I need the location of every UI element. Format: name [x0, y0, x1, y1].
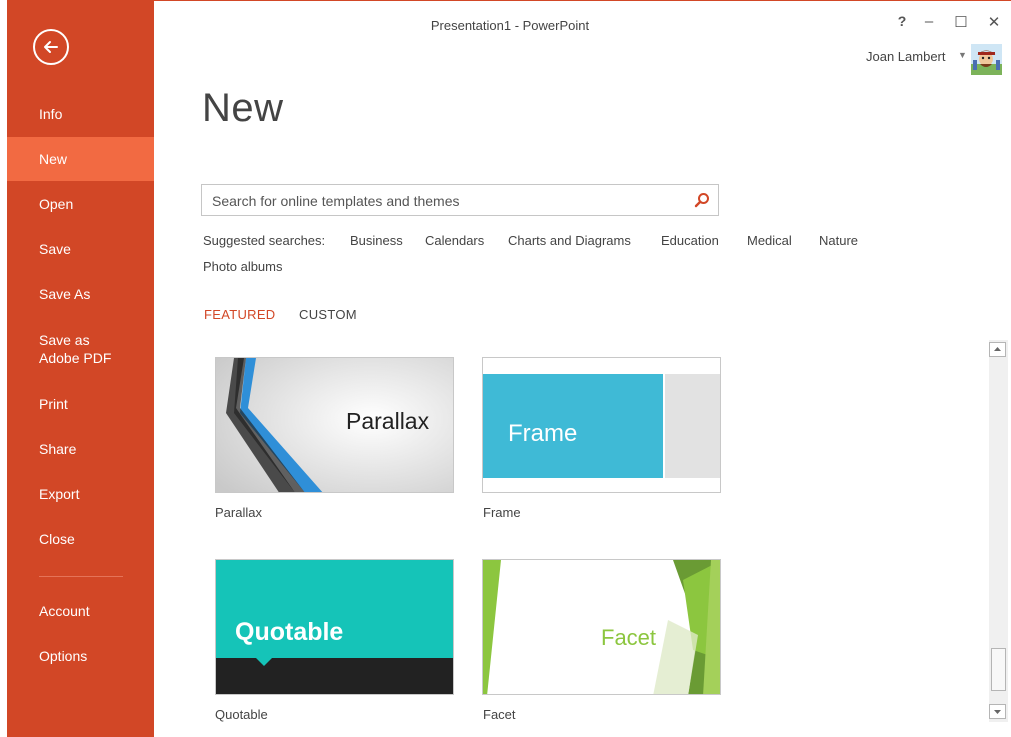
backstage-sidebar: Info New Open Save Save As Save as Adobe… — [7, 0, 154, 737]
template-label-facet: Facet — [483, 707, 516, 722]
nav-separator — [39, 576, 123, 577]
template-search-input[interactable] — [210, 190, 684, 212]
suggested-search-charts-and-diagrams[interactable]: Charts and Diagrams — [508, 233, 631, 248]
template-facet[interactable]: Facet — [482, 559, 721, 695]
chevron-down-icon[interactable]: ▼ — [958, 50, 967, 60]
nav-share[interactable]: Share — [7, 427, 154, 471]
search-icon[interactable] — [694, 192, 710, 208]
chevron-down-icon — [994, 710, 1001, 714]
tab-featured[interactable]: FEATURED — [204, 307, 276, 322]
nav-new[interactable]: New — [7, 137, 154, 181]
suggested-searches-label: Suggested searches: — [203, 233, 326, 248]
help-button[interactable]: ? — [892, 13, 912, 29]
window-left-edge — [0, 0, 7, 737]
template-quotable[interactable]: Quotable — [215, 559, 454, 695]
maximize-button[interactable]: ☐ — [951, 13, 971, 31]
back-button[interactable] — [33, 29, 69, 65]
template-frame[interactable]: Frame — [482, 357, 721, 493]
tab-custom[interactable]: CUSTOM — [299, 307, 357, 322]
nav-save-as[interactable]: Save As — [7, 272, 154, 316]
title-bar-accent-line — [154, 0, 1011, 1]
parallax-thumb-text: Parallax — [346, 408, 430, 434]
avatar[interactable] — [971, 44, 1002, 75]
facet-thumbnail: Facet — [483, 560, 720, 694]
nav-save-as-adobe-pdf[interactable]: Save as Adobe PDF — [7, 325, 117, 375]
template-label-frame: Frame — [483, 505, 521, 520]
back-arrow-icon — [44, 41, 58, 53]
suggested-search-photo-albums[interactable]: Photo albums — [203, 259, 283, 274]
nav-open[interactable]: Open — [7, 182, 154, 226]
suggested-search-medical[interactable]: Medical — [747, 233, 792, 248]
nav-save[interactable]: Save — [7, 227, 154, 271]
suggested-search-nature[interactable]: Nature — [819, 233, 858, 248]
quotable-thumbnail: Quotable — [216, 560, 453, 694]
parallax-thumbnail: Parallax — [216, 358, 453, 492]
chevron-up-icon — [994, 347, 1001, 351]
frame-thumbnail: Frame — [483, 358, 720, 492]
template-search-box — [201, 184, 719, 216]
nav-close[interactable]: Close — [7, 517, 154, 561]
template-label-quotable: Quotable — [215, 707, 268, 722]
suggested-search-business[interactable]: Business — [350, 233, 403, 248]
template-parallax[interactable]: Parallax — [215, 357, 454, 493]
frame-thumb-text: Frame — [508, 420, 577, 447]
window-title: Presentation1 - PowerPoint — [430, 18, 590, 33]
user-name[interactable]: Joan Lambert — [866, 49, 946, 64]
scroll-up-button[interactable] — [989, 342, 1006, 357]
templates-scrollbar[interactable] — [989, 340, 1008, 722]
page-title: New — [202, 86, 284, 130]
quotable-thumb-text: Quotable — [235, 618, 343, 646]
nav-print[interactable]: Print — [7, 382, 154, 426]
suggested-search-education[interactable]: Education — [661, 233, 719, 248]
scroll-thumb[interactable] — [991, 648, 1006, 691]
nav-info[interactable]: Info — [7, 92, 154, 136]
close-window-button[interactable]: ✕ — [984, 13, 1004, 31]
minimize-button[interactable]: – — [919, 13, 939, 30]
nav-export[interactable]: Export — [7, 472, 154, 516]
facet-thumb-text: Facet — [601, 625, 656, 650]
suggested-search-calendars[interactable]: Calendars — [425, 233, 484, 248]
scroll-down-button[interactable] — [989, 704, 1006, 719]
nav-account[interactable]: Account — [7, 589, 154, 633]
nav-options[interactable]: Options — [7, 634, 154, 678]
template-label-parallax: Parallax — [215, 505, 262, 520]
